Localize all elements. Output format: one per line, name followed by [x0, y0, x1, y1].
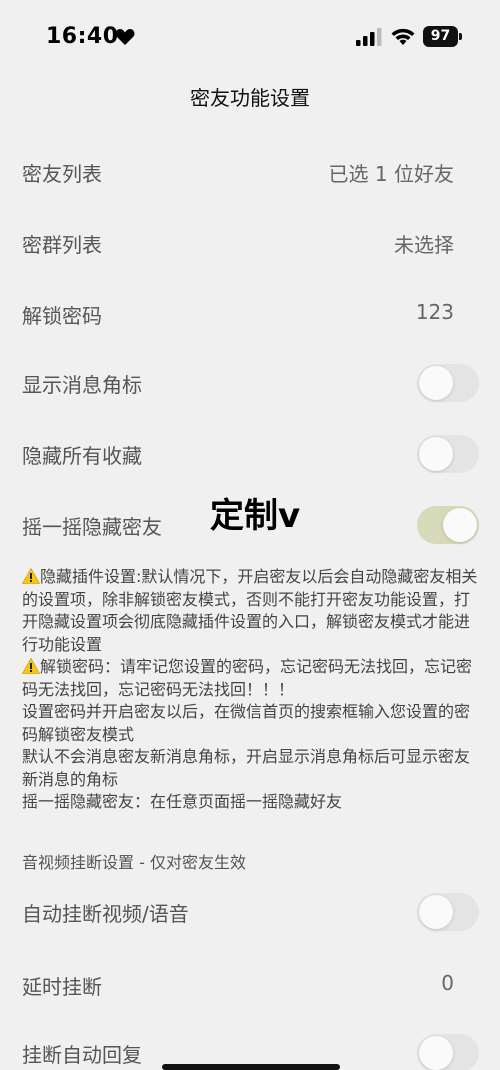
toggle-knob: [443, 508, 477, 542]
watermark-text: 定制v: [210, 496, 301, 536]
unlock-password-label: 解锁密码: [22, 304, 102, 328]
auto-hangup-toggle[interactable]: [417, 893, 479, 931]
delay-hangup-row[interactable]: 延时挂断 0: [0, 965, 500, 1005]
wifi-icon: [391, 28, 415, 45]
warning-icon: [22, 568, 40, 584]
unlock-password-value: 123: [415, 300, 454, 324]
note-set-password: 设置密码并开启密友以后，在微信首页的搜索框输入您设置的密码解锁密友模式: [22, 702, 471, 744]
group-list-label: 密群列表: [22, 233, 102, 257]
auto-hangup-row: 自动挂断视频/语音: [0, 893, 500, 933]
note-unlock-password: 解锁密码：请牢记您设置的密码，忘记密码无法找回，忘记密码无法找回，忘记密码无法找…: [22, 656, 480, 701]
friend-list-value: 已选 1 位好友: [328, 162, 454, 186]
show-badge-label: 显示消息角标: [22, 373, 142, 397]
av-section-header: 音视频挂断设置 - 仅对密友生效: [22, 853, 246, 872]
battery-tip: [459, 33, 462, 40]
auto-reply-toggle[interactable]: [417, 1034, 479, 1070]
page-title: 密友功能设置: [190, 86, 310, 110]
heart-icon: [115, 29, 135, 45]
friend-list-label: 密友列表: [22, 162, 102, 186]
hide-favorites-label: 隐藏所有收藏: [22, 444, 142, 468]
battery-level: 97: [430, 28, 451, 44]
toggle-knob: [419, 1036, 453, 1070]
group-list-row[interactable]: 密群列表 未选择: [0, 223, 500, 263]
friend-list-row[interactable]: 密友列表 已选 1 位好友: [0, 152, 500, 192]
home-indicator[interactable]: [162, 1064, 340, 1070]
hide-favorites-row: 隐藏所有收藏: [0, 435, 500, 475]
auto-hangup-label: 自动挂断视频/语音: [22, 902, 189, 926]
toggle-knob: [419, 366, 453, 400]
unlock-password-row[interactable]: 解锁密码 123: [0, 294, 500, 334]
shake-hide-toggle[interactable]: [417, 506, 479, 544]
settings-notes: 隐藏插件设置:默认情况下，开启密友以后会自动隐藏密友相关的设置项，除非解锁密友模…: [22, 566, 480, 814]
note-hide-plugin: 隐藏插件设置:默认情况下，开启密友以后会自动隐藏密友相关的设置项，除非解锁密友模…: [22, 566, 480, 656]
toggle-knob: [419, 437, 453, 471]
status-bar: 16:40 97: [0, 0, 500, 72]
show-badge-toggle[interactable]: [417, 364, 479, 402]
warning-icon: [22, 658, 40, 674]
hide-favorites-toggle[interactable]: [417, 435, 479, 473]
status-time: 16:40: [46, 24, 119, 49]
note-hide-plugin-text: 隐藏插件设置:默认情况下，开启密友以后会自动隐藏密友相关的设置项，除非解锁密友模…: [22, 567, 478, 654]
group-list-value: 未选择: [394, 233, 454, 257]
delay-hangup-label: 延时挂断: [22, 975, 102, 999]
delay-hangup-value: 0: [441, 971, 454, 995]
show-badge-row: 显示消息角标: [0, 364, 500, 404]
note-shake: 摇一摇隐藏密友：在任意页面摇一摇隐藏好友: [22, 792, 343, 811]
shake-hide-label: 摇一摇隐藏密友: [22, 515, 162, 539]
auto-reply-label: 挂断自动回复: [22, 1043, 142, 1067]
note-badge: 默认不会消息密友新消息角标，开启显示消息角标后可显示密友新消息的角标: [22, 747, 471, 789]
note-unlock-password-text: 解锁密码：请牢记您设置的密码，忘记密码无法找回，忘记密码无法找回，忘记密码无法找…: [22, 657, 473, 699]
toggle-knob: [419, 895, 453, 929]
signal-icon: [356, 28, 382, 46]
battery-icon: 97: [423, 26, 458, 47]
